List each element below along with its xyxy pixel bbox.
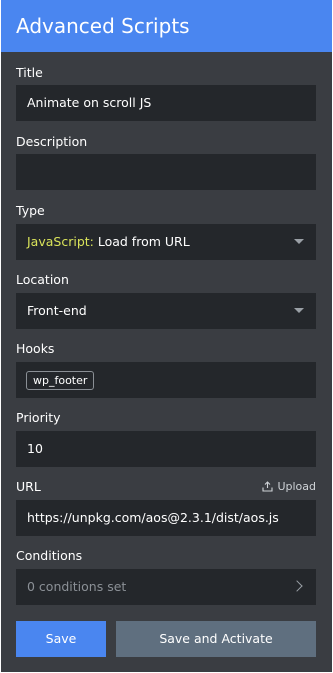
chevron-down-icon [294, 239, 304, 244]
url-label: URL [16, 479, 41, 494]
title-input[interactable]: Animate on scroll JS [16, 85, 316, 121]
url-input[interactable]: https://unpkg.com/aos@2.3.1/dist/aos.js [16, 500, 316, 536]
location-label: Location [16, 272, 69, 287]
chevron-down-icon [294, 308, 304, 313]
chevron-right-icon [291, 580, 303, 592]
conditions-value: 0 conditions set [27, 579, 127, 594]
hook-chip[interactable]: wp_footer [26, 371, 95, 390]
conditions-label: Conditions [16, 548, 83, 563]
title-label: Title [16, 65, 43, 80]
upload-button[interactable]: Upload [262, 480, 316, 493]
priority-label: Priority [16, 410, 61, 425]
description-input[interactable] [16, 154, 316, 190]
panel-title: Advanced Scripts [1, 0, 332, 52]
type-source: Load from URL [93, 234, 190, 249]
type-language: JavaScript: [27, 234, 94, 249]
upload-icon [262, 481, 274, 492]
location-value: Front-end [27, 303, 87, 318]
conditions-selector[interactable]: 0 conditions set [16, 569, 316, 605]
description-label: Description [16, 134, 88, 149]
hooks-label: Hooks [16, 341, 55, 356]
type-select[interactable]: JavaScript: Load from URL [16, 224, 316, 260]
type-label: Type [16, 203, 45, 218]
upload-label: Upload [277, 480, 316, 493]
hooks-input[interactable]: wp_footer [16, 362, 316, 398]
location-select[interactable]: Front-end [16, 293, 316, 329]
advanced-scripts-panel: Advanced Scripts Title Animate on scroll… [1, 0, 332, 672]
priority-input[interactable]: 10 [16, 431, 316, 467]
save-button[interactable]: Save [16, 621, 106, 657]
save-and-activate-button[interactable]: Save and Activate [116, 621, 316, 657]
